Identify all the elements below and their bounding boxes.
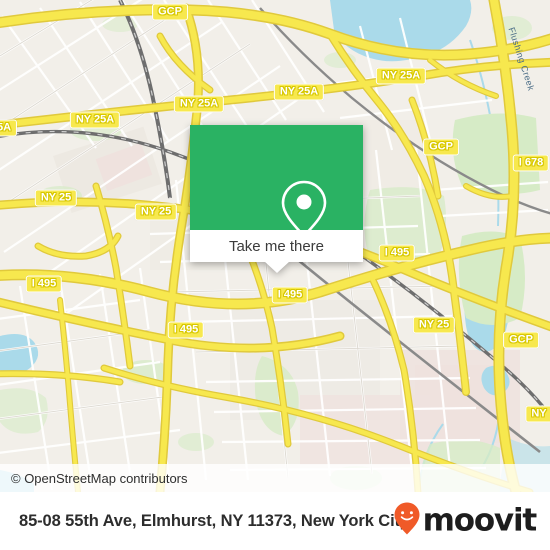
road-shield: NY 25A [375, 67, 427, 85]
road-shield: GCP [503, 331, 539, 349]
moovit-logo[interactable]: moovit [393, 502, 538, 541]
openstreetmap-attribution[interactable]: © OpenStreetMap contributors [0, 471, 188, 486]
road-shield: NY [525, 405, 550, 423]
road-shield: NY 25 [134, 203, 178, 221]
road-shield: I 495 [271, 286, 309, 304]
road-shield: 5A [0, 119, 18, 137]
popup-pointer-tail [263, 261, 290, 273]
road-shield: I 495 [378, 244, 416, 262]
road-shield: I 495 [25, 275, 63, 293]
address-label: 85-08 55th Ave, Elmhurst, NY 11373, New … [19, 511, 410, 530]
moovit-pin-icon [393, 502, 421, 541]
road-shield: NY 25 [412, 316, 456, 334]
road-shield: I 678 [512, 154, 550, 172]
road-shield: NY 25A [273, 83, 325, 101]
moovit-wordmark: moovit [422, 502, 538, 539]
map-attribution-bar: © OpenStreetMap contributors [0, 464, 550, 492]
road-shield: GCP [152, 3, 188, 21]
map-canvas[interactable]: Flushing Creek GCP NY 25A NY 25A NY 25A NY 2… [0, 0, 550, 492]
road-shield: NY 25A [69, 111, 121, 129]
road-shield: I 495 [167, 321, 205, 339]
destination-popup-card[interactable]: Take me there [190, 125, 363, 273]
road-shield: GCP [423, 138, 459, 156]
map-screenshot: Flushing Creek GCP NY 25A NY 25A NY 25A NY 2… [0, 0, 550, 550]
road-shield: NY 25A [173, 95, 225, 113]
take-me-there-button[interactable]: Take me there [190, 230, 363, 273]
take-me-there-label: Take me there [228, 237, 325, 255]
footer-bar: 85-08 55th Ave, Elmhurst, NY 11373, New … [0, 492, 550, 550]
popup-header [190, 125, 363, 238]
road-shield: NY 25 [34, 189, 78, 207]
